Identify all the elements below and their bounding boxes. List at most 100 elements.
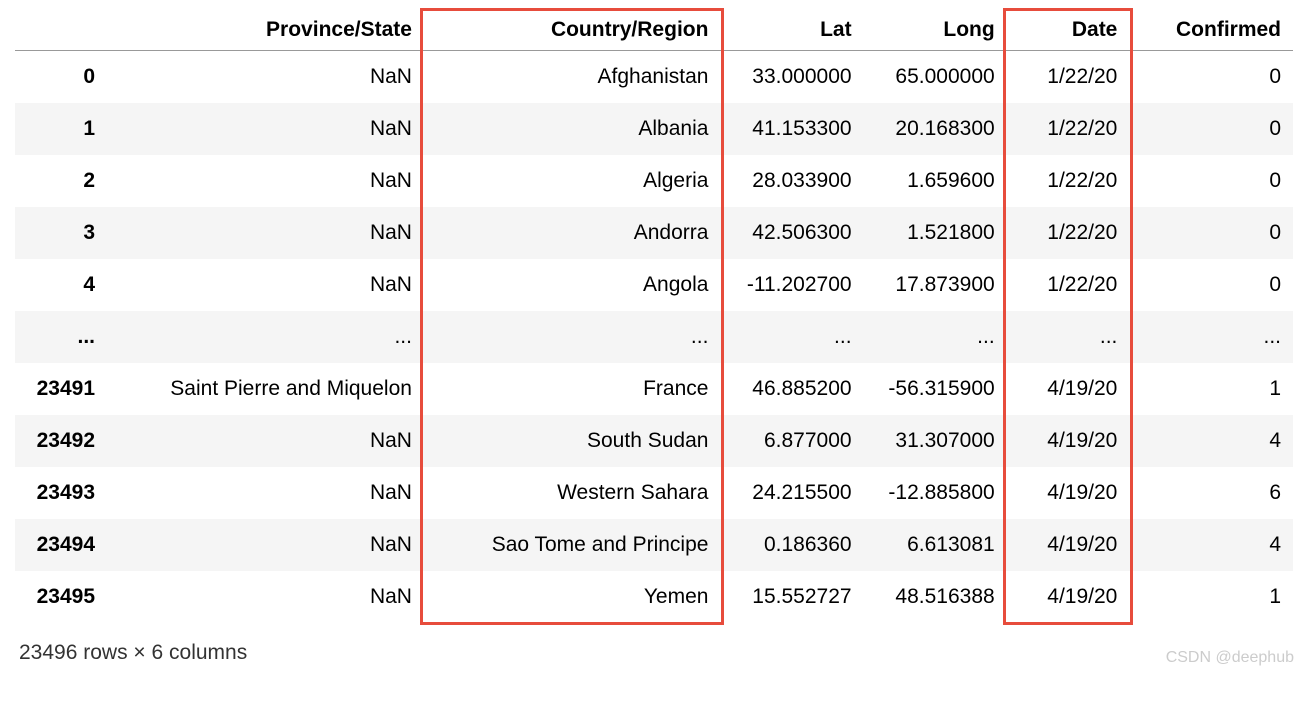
table-row: 23495NaNYemen15.55272748.5163884/19/201 [15,571,1293,623]
cell-lat: 24.215500 [720,467,863,519]
cell-lat: 28.033900 [720,155,863,207]
cell-country-region: Andorra [424,207,720,259]
table-row: 4NaNAngola-11.20270017.8739001/22/200 [15,259,1293,311]
cell-confirmed: 6 [1129,467,1293,519]
cell-province-state: NaN [107,415,424,467]
cell-confirmed: 4 [1129,415,1293,467]
cell-country-region: France [424,363,720,415]
cell-date: 4/19/20 [1007,571,1130,623]
cell-lat: 15.552727 [720,571,863,623]
table-row: ..................... [15,311,1293,363]
row-index: 23493 [15,467,107,519]
row-index: 2 [15,155,107,207]
cell-lat: 46.885200 [720,363,863,415]
row-index: 4 [15,259,107,311]
cell-lat: -11.202700 [720,259,863,311]
cell-province-state: NaN [107,207,424,259]
cell-date: 4/19/20 [1007,467,1130,519]
cell-confirmed: 0 [1129,207,1293,259]
header-row: Province/State Country/Region Lat Long D… [15,10,1293,51]
cell-lat: 33.000000 [720,51,863,104]
cell-lat: ... [720,311,863,363]
cell-confirmed: 4 [1129,519,1293,571]
cell-lat: 42.506300 [720,207,863,259]
cell-country-region: Yemen [424,571,720,623]
row-index: 23492 [15,415,107,467]
table-row: 2NaNAlgeria28.0339001.6596001/22/200 [15,155,1293,207]
table-row: 23491Saint Pierre and MiquelonFrance46.8… [15,363,1293,415]
row-index: 1 [15,103,107,155]
cell-long: 1.659600 [864,155,1007,207]
cell-province-state: Saint Pierre and Miquelon [107,363,424,415]
cell-long: 48.516388 [864,571,1007,623]
cell-long: -56.315900 [864,363,1007,415]
cell-long: 65.000000 [864,51,1007,104]
cell-confirmed: 0 [1129,155,1293,207]
cell-date: 4/19/20 [1007,363,1130,415]
cell-country-region: Albania [424,103,720,155]
header-index [15,10,107,51]
dataframe-table-wrapper: Province/State Country/Region Lat Long D… [15,10,1293,623]
cell-confirmed: 1 [1129,571,1293,623]
cell-province-state: NaN [107,259,424,311]
cell-country-region: Angola [424,259,720,311]
row-index: 0 [15,51,107,104]
cell-lat: 6.877000 [720,415,863,467]
header-long: Long [864,10,1007,51]
cell-long: 31.307000 [864,415,1007,467]
table-row: 1NaNAlbania41.15330020.1683001/22/200 [15,103,1293,155]
cell-date: ... [1007,311,1130,363]
row-index: 23494 [15,519,107,571]
row-index: 23491 [15,363,107,415]
cell-confirmed: 0 [1129,103,1293,155]
table-row: 23492NaNSouth Sudan6.87700031.3070004/19… [15,415,1293,467]
dataframe-table: Province/State Country/Region Lat Long D… [15,10,1293,623]
header-date: Date [1007,10,1130,51]
cell-country-region: Algeria [424,155,720,207]
cell-long: 1.521800 [864,207,1007,259]
cell-province-state: NaN [107,571,424,623]
cell-confirmed: 1 [1129,363,1293,415]
cell-province-state: NaN [107,103,424,155]
table-row: 0NaNAfghanistan33.00000065.0000001/22/20… [15,51,1293,104]
cell-country-region: Western Sahara [424,467,720,519]
cell-country-region: South Sudan [424,415,720,467]
header-country-region: Country/Region [424,10,720,51]
cell-province-state: NaN [107,467,424,519]
cell-province-state: NaN [107,519,424,571]
table-row: 3NaNAndorra42.5063001.5218001/22/200 [15,207,1293,259]
header-confirmed: Confirmed [1129,10,1293,51]
cell-date: 1/22/20 [1007,103,1130,155]
cell-date: 1/22/20 [1007,259,1130,311]
cell-province-state: NaN [107,155,424,207]
row-index: ... [15,311,107,363]
cell-long: ... [864,311,1007,363]
cell-country-region: Afghanistan [424,51,720,104]
cell-date: 4/19/20 [1007,415,1130,467]
cell-confirmed: 0 [1129,51,1293,104]
cell-confirmed: ... [1129,311,1293,363]
cell-date: 4/19/20 [1007,519,1130,571]
cell-date: 1/22/20 [1007,51,1130,104]
table-row: 23494NaNSao Tome and Principe0.1863606.6… [15,519,1293,571]
cell-long: 20.168300 [864,103,1007,155]
cell-long: 6.613081 [864,519,1007,571]
cell-country-region: Sao Tome and Principe [424,519,720,571]
row-index: 3 [15,207,107,259]
cell-province-state: NaN [107,51,424,104]
table-row: 23493NaNWestern Sahara24.215500-12.88580… [15,467,1293,519]
cell-lat: 0.186360 [720,519,863,571]
cell-date: 1/22/20 [1007,155,1130,207]
cell-province-state: ... [107,311,424,363]
row-index: 23495 [15,571,107,623]
cell-long: 17.873900 [864,259,1007,311]
cell-long: -12.885800 [864,467,1007,519]
cell-confirmed: 0 [1129,259,1293,311]
header-province-state: Province/State [107,10,424,51]
cell-date: 1/22/20 [1007,207,1130,259]
row-count-summary: 23496 rows × 6 columns [15,623,1293,665]
cell-country-region: ... [424,311,720,363]
header-lat: Lat [720,10,863,51]
watermark: CSDN @deephub [1166,649,1294,667]
table-body: 0NaNAfghanistan33.00000065.0000001/22/20… [15,51,1293,624]
